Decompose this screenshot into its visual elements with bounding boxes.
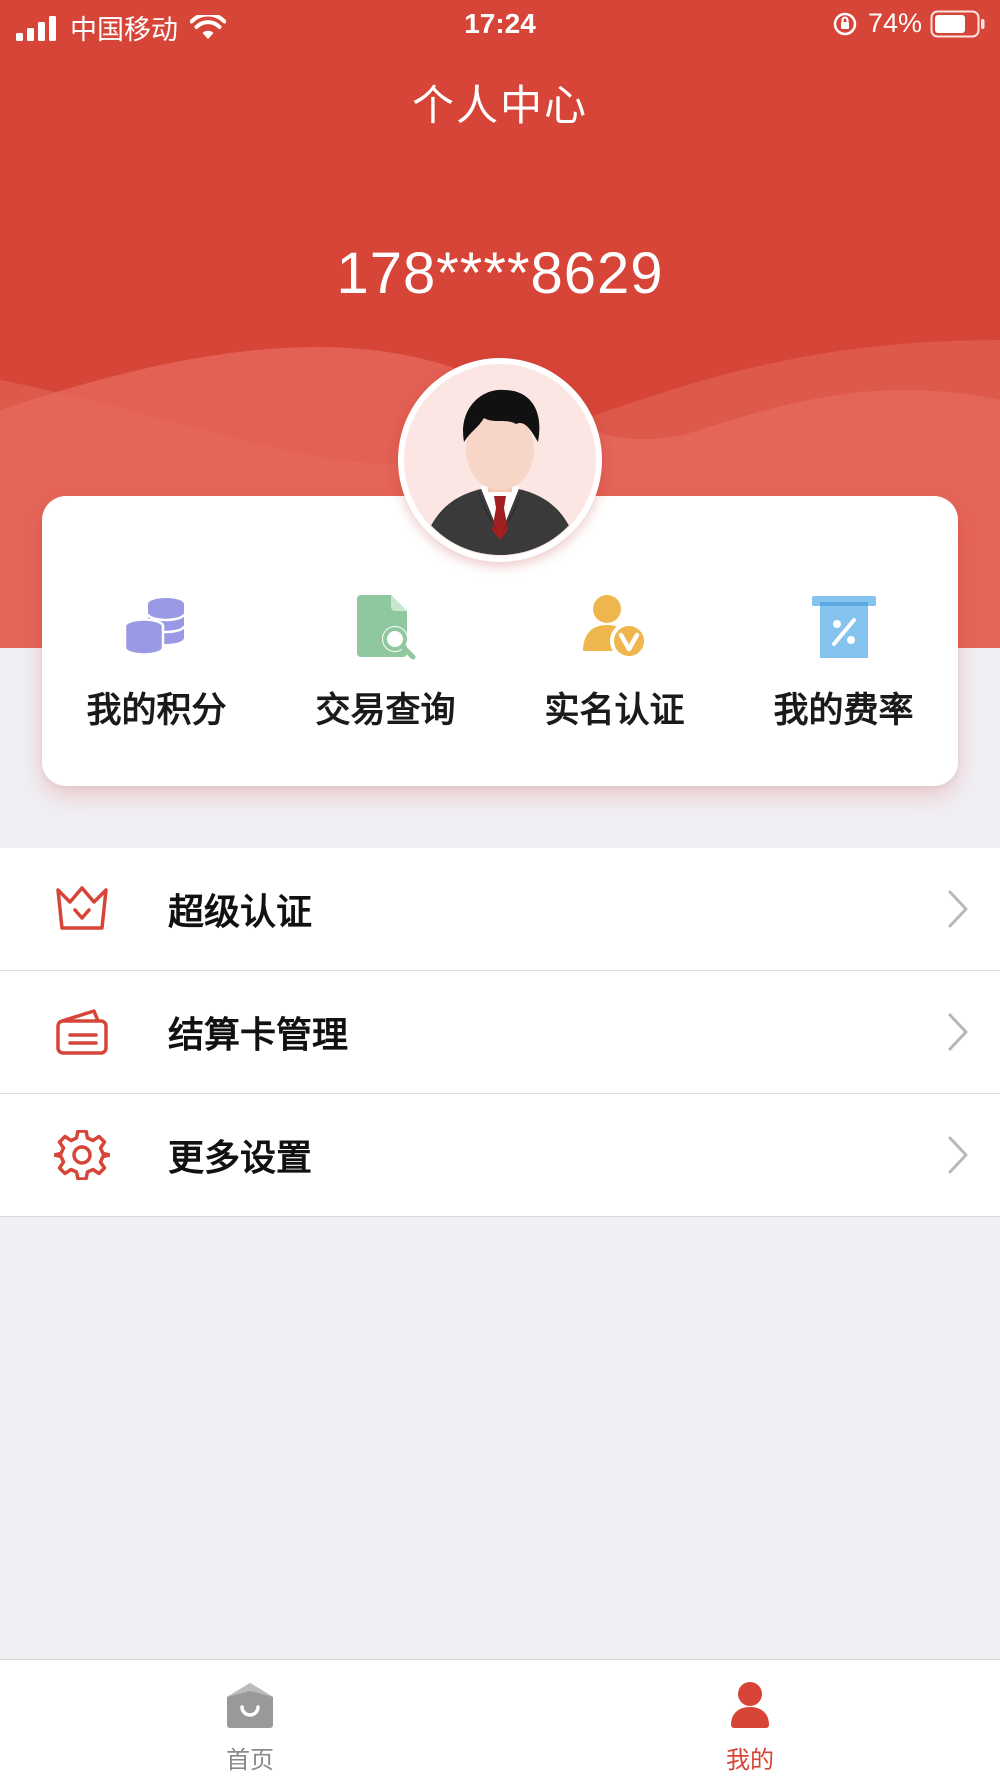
rotation-lock-icon: [833, 12, 857, 35]
settings-menu: 超级认证 结算卡管理 更多设置: [0, 848, 1000, 1217]
gear-icon: [54, 1130, 110, 1180]
battery-percentage: 74%: [867, 8, 922, 38]
battery-icon: [930, 10, 985, 37]
tab-home[interactable]: 首页: [0, 1660, 500, 1779]
tab-mine[interactable]: 我的: [500, 1660, 1000, 1779]
menu-item-label: 更多设置: [168, 1138, 313, 1179]
rate-receipt-icon: [809, 592, 879, 662]
quick-action-my-rate[interactable]: 我的费率: [729, 592, 958, 733]
quick-action-label: 我的积分: [86, 691, 227, 731]
home-icon: [227, 1683, 273, 1728]
quick-action-label: 交易查询: [315, 691, 456, 731]
page-title: 个人中心: [411, 81, 588, 130]
tab-label: 我的: [726, 1746, 774, 1774]
crown-icon: [56, 886, 108, 930]
card-icon: [56, 1009, 108, 1055]
user-verified-icon: [580, 592, 650, 662]
menu-item-settlement-card[interactable]: 结算卡管理: [0, 971, 1000, 1094]
bottom-tab-bar: 首页 我的: [0, 1659, 1000, 1779]
user-phone-number: 178****8629: [336, 241, 664, 306]
menu-item-label: 结算卡管理: [168, 1015, 349, 1056]
menu-item-more-settings[interactable]: 更多设置: [0, 1094, 1000, 1217]
document-search-icon: [351, 592, 421, 662]
tab-label: 首页: [226, 1746, 274, 1774]
menu-item-label: 超级认证: [168, 892, 313, 933]
user-icon: [731, 1682, 769, 1728]
status-bar: 中国移动 17:24 74%: [0, 0, 1000, 52]
chevron-right-icon: [948, 1013, 968, 1051]
coins-icon: [122, 592, 192, 662]
quick-action-label: 我的费率: [773, 691, 914, 731]
quick-action-label: 实名认证: [544, 691, 685, 731]
quick-action-points[interactable]: 我的积分: [42, 592, 271, 733]
avatar[interactable]: [398, 358, 602, 562]
menu-item-super-verification[interactable]: 超级认证: [0, 848, 1000, 971]
quick-action-transaction-query[interactable]: 交易查询: [271, 592, 500, 733]
chevron-right-icon: [948, 1136, 968, 1174]
chevron-right-icon: [948, 890, 968, 928]
quick-action-real-name-verification[interactable]: 实名认证: [500, 592, 729, 733]
